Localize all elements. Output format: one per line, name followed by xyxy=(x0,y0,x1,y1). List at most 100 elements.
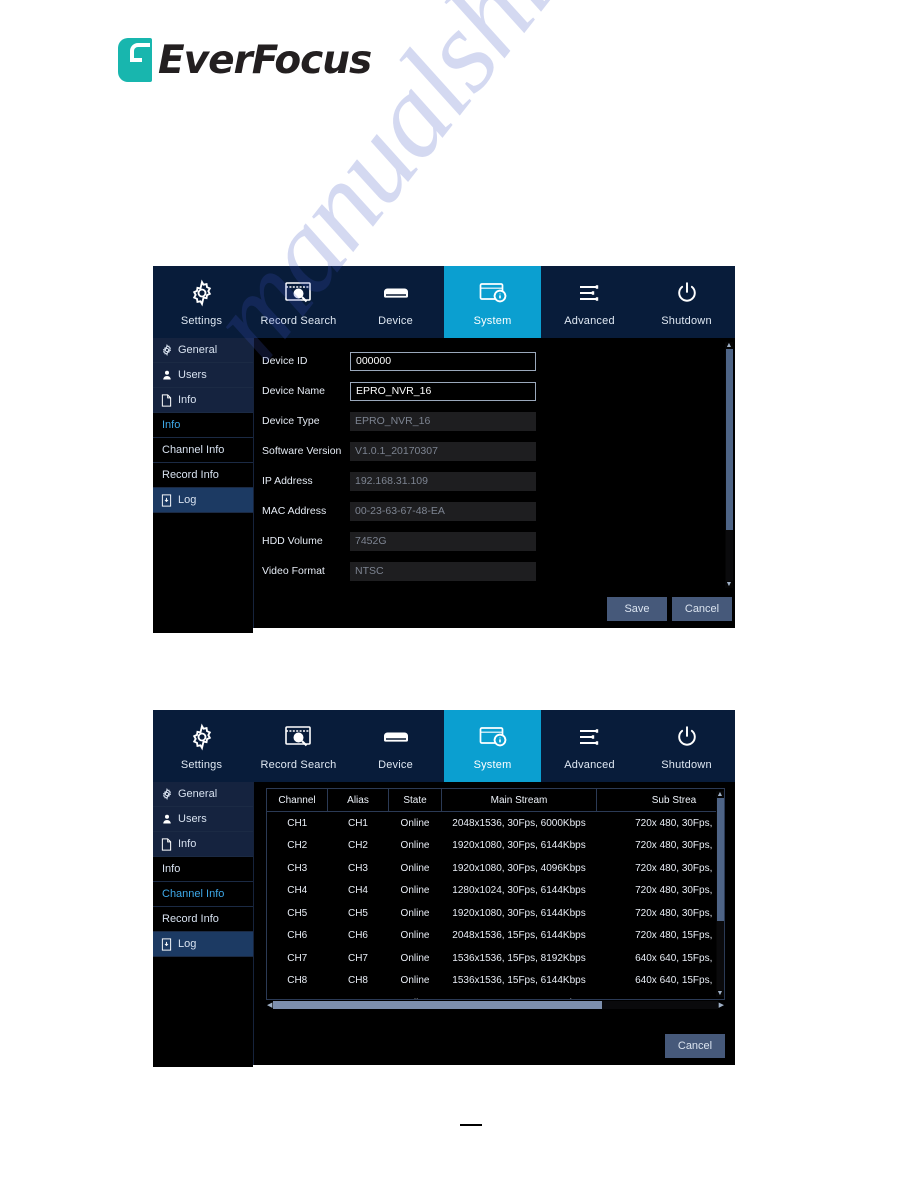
scroll-thumb[interactable] xyxy=(716,798,724,921)
record-search-icon xyxy=(284,277,314,309)
nav-label-device: Device xyxy=(378,759,413,771)
sidebar-item-users[interactable]: Users xyxy=(153,807,253,832)
table-row[interactable]: CH5 CH5 Online 1920x1080, 30Fps, 6144Kbp… xyxy=(267,902,724,925)
cell-channel: CH4 xyxy=(287,885,308,897)
column-header-channel[interactable]: Channel xyxy=(267,789,328,812)
table-row[interactable]: CH1 CH1 Online 2048x1536, 30Fps, 6000Kbp… xyxy=(267,812,724,835)
scroll-up-arrow-icon[interactable]: ▲ xyxy=(726,342,733,349)
panel-two-body: General Users Info Info Channel Info Rec… xyxy=(153,782,735,1067)
sidebar-subitem-info[interactable]: Info xyxy=(153,857,253,882)
device-info-form: Device ID 000000 Device Name EPRO_NVR_16… xyxy=(254,338,723,590)
column-header-main-stream[interactable]: Main Stream xyxy=(441,789,597,812)
cell-sub-stream: 640x 640, 15Fps, xyxy=(635,952,713,964)
scroll-down-arrow-icon[interactable]: ▼ xyxy=(717,990,724,997)
scroll-thumb[interactable] xyxy=(273,1001,603,1009)
sidebar-subitem-channel-info[interactable]: Channel Info xyxy=(153,882,253,907)
log-icon xyxy=(160,493,173,507)
nav-item-record-search[interactable]: Record Search xyxy=(250,266,347,338)
nav-item-shutdown[interactable]: Shutdown xyxy=(638,710,735,782)
nav-item-advanced[interactable]: Advanced xyxy=(541,266,638,338)
gear-icon xyxy=(188,721,216,753)
cell-alias: CH4 xyxy=(347,885,368,897)
table-vertical-scrollbar[interactable]: ▲ ▼ xyxy=(716,791,724,997)
nav-item-shutdown[interactable]: Shutdown xyxy=(638,266,735,338)
column-header-sub-stream[interactable]: Sub Strea xyxy=(596,789,724,812)
table-row[interactable]: CH6 CH6 Online 2048x1536, 15Fps, 6144Kbp… xyxy=(267,925,724,948)
sidebar-item-log[interactable]: Log xyxy=(153,488,253,513)
scroll-thumb[interactable] xyxy=(725,349,733,530)
value-software-version: V1.0.1_20170307 xyxy=(350,441,536,461)
nvr-system-info-panel: Settings Record Search Device System Adv… xyxy=(153,266,735,633)
table-row[interactable]: CH9 CH9 Online 1920x1080, 30Fps, 6144Kbp… xyxy=(267,992,724,999)
sidebar-item-log[interactable]: Log xyxy=(153,932,253,957)
table-row[interactable]: CH3 CH3 Online 1920x1080, 30Fps, 4096Kbp… xyxy=(267,857,724,880)
sidebar-label-log: Log xyxy=(178,938,197,950)
cancel-button[interactable]: Cancel xyxy=(672,597,732,621)
nav-label-advanced: Advanced xyxy=(564,759,615,771)
input-device-name[interactable]: EPRO_NVR_16 xyxy=(350,381,536,401)
label-ip-address: IP Address xyxy=(262,475,313,487)
scroll-track[interactable] xyxy=(273,1001,718,1009)
nav-label-device: Device xyxy=(378,315,413,327)
nav-item-advanced[interactable]: Advanced xyxy=(541,710,638,782)
cell-alias: CH6 xyxy=(347,930,368,942)
table-row[interactable]: CH8 CH8 Online 1536x1536, 15Fps, 6144Kbp… xyxy=(267,970,724,993)
sidebar-subitem-record-info[interactable]: Record Info xyxy=(153,907,253,932)
sidebar-subitem-channel-info[interactable]: Channel Info xyxy=(153,438,253,463)
system-info-icon xyxy=(478,721,508,753)
nav-label-system: System xyxy=(473,759,512,771)
sliders-icon xyxy=(576,277,604,309)
sidebar-item-info[interactable]: Info xyxy=(153,388,253,413)
table-row[interactable]: CH2 CH2 Online 1920x1080, 30Fps, 6144Kbp… xyxy=(267,835,724,858)
scroll-down-arrow-icon[interactable]: ▼ xyxy=(726,581,733,588)
value-video-format: NTSC xyxy=(350,561,536,581)
input-device-id[interactable]: 000000 xyxy=(350,351,536,371)
sidebar-label-sub-info: Info xyxy=(162,863,181,875)
nav-item-system[interactable]: System xyxy=(444,266,541,338)
nav-item-settings[interactable]: Settings xyxy=(153,266,250,338)
sidebar-item-info[interactable]: Info xyxy=(153,832,253,857)
cell-sub-stream: 720x 480, 30Fps, xyxy=(635,885,713,897)
sidebar-item-general[interactable]: General xyxy=(153,782,253,807)
scroll-left-arrow-icon[interactable]: ◀ xyxy=(266,1002,273,1009)
nvr-channel-info-panel: Settings Record Search Device System Adv… xyxy=(153,710,735,1067)
cancel-button[interactable]: Cancel xyxy=(665,1034,725,1058)
nav-item-settings[interactable]: Settings xyxy=(153,710,250,782)
scroll-up-arrow-icon[interactable]: ▲ xyxy=(717,791,724,798)
table-horizontal-scrollbar[interactable]: ◀ ▶ xyxy=(266,1000,725,1010)
sidebar-subitem-record-info[interactable]: Record Info xyxy=(153,463,253,488)
cell-alias: CH7 xyxy=(347,952,368,964)
form-vertical-scrollbar[interactable]: ▲ ▼ xyxy=(725,342,733,588)
table-row[interactable]: CH4 CH4 Online 1280x1024, 30Fps, 6144Kbp… xyxy=(267,880,724,903)
cell-state: Online xyxy=(400,862,430,874)
column-header-alias[interactable]: Alias xyxy=(327,789,389,812)
record-search-icon xyxy=(284,721,314,753)
panel-two-content: Channel Alias State Main Stream Sub Stre… xyxy=(254,782,735,1065)
user-icon xyxy=(160,813,173,826)
sidebar-subitem-info[interactable]: Info xyxy=(153,413,253,438)
scroll-right-arrow-icon[interactable]: ▶ xyxy=(718,1002,725,1009)
form-row-device-id: Device ID 000000 xyxy=(254,346,723,376)
cell-alias: CH9 xyxy=(328,992,389,999)
table-row[interactable]: CH7 CH7 Online 1536x1536, 15Fps, 8192Kbp… xyxy=(267,947,724,970)
scroll-track[interactable] xyxy=(716,798,724,990)
cell-channel: CH7 xyxy=(287,952,308,964)
cell-main-stream: 1920x1080, 30Fps, 6144Kbps xyxy=(442,992,597,999)
sidebar-item-general[interactable]: General xyxy=(153,338,253,363)
scroll-track[interactable] xyxy=(725,349,733,581)
panel-two-top-nav: Settings Record Search Device System Adv… xyxy=(153,710,735,782)
save-button[interactable]: Save xyxy=(607,597,667,621)
nav-item-device[interactable]: Device xyxy=(347,710,444,782)
column-header-state[interactable]: State xyxy=(388,789,442,812)
nav-item-system[interactable]: System xyxy=(444,710,541,782)
cell-sub-stream: 720x 480, 30Fps, xyxy=(635,862,713,874)
cell-channel: CH8 xyxy=(287,975,308,987)
value-ip-address: 192.168.31.109 xyxy=(350,471,536,491)
nav-item-record-search[interactable]: Record Search xyxy=(250,710,347,782)
value-hdd-volume: 7452G xyxy=(350,531,536,551)
page-footer-rule xyxy=(460,1124,482,1126)
label-hdd-volume: HDD Volume xyxy=(262,535,323,547)
sidebar-item-users[interactable]: Users xyxy=(153,363,253,388)
nav-item-device[interactable]: Device xyxy=(347,266,444,338)
page-icon xyxy=(160,393,173,407)
